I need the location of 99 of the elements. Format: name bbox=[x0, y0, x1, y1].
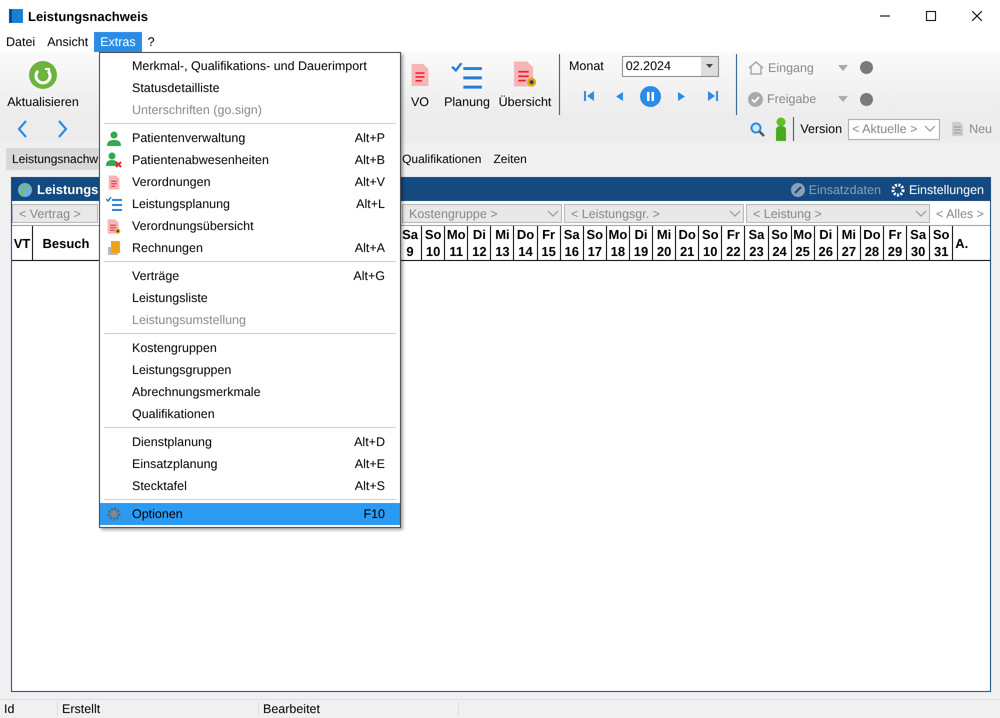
status-bar-field: Bearbeitet bbox=[259, 702, 459, 716]
checklist-icon bbox=[451, 63, 483, 89]
menu-item[interactable]: Statusdetailliste bbox=[100, 77, 400, 99]
menu-item[interactable]: Datei bbox=[0, 32, 42, 52]
status-dot bbox=[860, 61, 873, 74]
play-icon bbox=[678, 92, 685, 100]
menu-item[interactable]: Ansicht bbox=[41, 32, 94, 52]
globe-icon bbox=[18, 182, 32, 196]
chevron-down-icon bbox=[729, 210, 741, 218]
document-icon bbox=[409, 61, 431, 89]
menu-item[interactable]: Optionen F10 bbox=[100, 503, 400, 525]
skip-last-icon bbox=[708, 91, 718, 101]
menu-item[interactable]: Rechnungen Alt+A bbox=[100, 237, 400, 259]
day-column-header: So 31 bbox=[930, 226, 954, 260]
back-icon bbox=[17, 120, 27, 138]
app-icon bbox=[9, 9, 23, 23]
day-column-header: So 10 bbox=[699, 226, 722, 260]
day-column-header: Fr 15 bbox=[538, 226, 561, 260]
document-eye-icon bbox=[511, 59, 539, 89]
maximize-icon bbox=[926, 11, 936, 21]
menu-item[interactable]: Merkmal-, Qualifikations- und Dauerimport bbox=[100, 55, 400, 77]
caret-icon bbox=[838, 96, 848, 102]
day-column-header: Sa 30 bbox=[907, 226, 930, 260]
person-icon[interactable] bbox=[775, 117, 788, 141]
toolbar-button[interactable]: Übersicht bbox=[494, 52, 556, 115]
menu-item[interactable]: Leistungsliste bbox=[100, 287, 400, 309]
person-icon bbox=[107, 130, 121, 146]
checklist-icon bbox=[106, 197, 122, 211]
day-column-header: Fr 22 bbox=[722, 226, 746, 260]
day-column-header: Mo 18 bbox=[606, 226, 630, 260]
column-header: VT bbox=[12, 226, 33, 260]
menu-item[interactable]: Extras bbox=[94, 32, 142, 52]
house-icon bbox=[748, 60, 764, 75]
day-column-header: Mi 13 bbox=[491, 226, 514, 260]
chevron-down-icon bbox=[924, 125, 936, 133]
menu-item[interactable]: Kostengruppen bbox=[100, 337, 400, 359]
toolbar-button[interactable]: Planung bbox=[440, 52, 494, 115]
window-title: Leistungsnachweis bbox=[28, 8, 149, 24]
day-column-header: So 17 bbox=[584, 226, 607, 260]
day-column-header: Do 21 bbox=[676, 226, 700, 260]
settings-icon bbox=[890, 182, 905, 196]
menu-item[interactable]: Dienstplanung Alt+D bbox=[100, 431, 400, 453]
version-select[interactable]: < Aktuelle > bbox=[848, 118, 940, 140]
menu-item[interactable]: Verordnungsübersicht bbox=[100, 215, 400, 237]
day-column-header: So 10 bbox=[422, 226, 446, 260]
menu-item[interactable]: Leistungsplanung Alt+L bbox=[100, 193, 400, 215]
status-dot bbox=[860, 92, 873, 106]
day-column-header: Do 14 bbox=[514, 226, 538, 260]
settings-icon bbox=[107, 507, 121, 521]
toolbar-button[interactable]: VO bbox=[400, 52, 440, 115]
day-column-header: Di 12 bbox=[468, 226, 492, 260]
document-icon bbox=[952, 122, 964, 136]
menu-item[interactable]: Abrechnungsmerkmale bbox=[100, 381, 400, 403]
menu-item[interactable]: ? bbox=[142, 32, 161, 52]
skip-first-icon bbox=[584, 91, 594, 101]
day-column-header: Sa 16 bbox=[560, 226, 584, 260]
tab[interactable]: Zeiten bbox=[487, 148, 533, 170]
day-column-header: Mi 27 bbox=[838, 226, 861, 260]
header-action-button[interactable]: Einstellungen bbox=[880, 182, 984, 196]
chevron-down-icon bbox=[915, 210, 927, 218]
day-column-header: Fr 29 bbox=[884, 226, 908, 260]
close-icon bbox=[972, 11, 982, 21]
chevron-down-icon bbox=[547, 210, 559, 218]
search-icon[interactable] bbox=[750, 122, 766, 136]
menu-item[interactable]: Verordnungen Alt+V bbox=[100, 171, 400, 193]
day-column-header: Sa 23 bbox=[745, 226, 768, 260]
version-label: Version bbox=[800, 122, 842, 136]
menu-item[interactable]: Verträge Alt+G bbox=[100, 265, 400, 287]
column-header: A. bbox=[954, 234, 970, 252]
person-remove-icon bbox=[106, 152, 122, 168]
day-column-header: Di 19 bbox=[630, 226, 654, 260]
menu-item[interactable]: Leistungsgruppen bbox=[100, 359, 400, 381]
panel-title: Leistungs bbox=[37, 182, 98, 197]
month-label: Monat bbox=[569, 59, 604, 73]
forward-icon bbox=[58, 120, 68, 138]
day-column-header: Mi 20 bbox=[653, 226, 676, 260]
refresh-button[interactable]: Aktualisieren bbox=[0, 52, 86, 115]
day-column-header: Do 28 bbox=[860, 226, 884, 260]
day-column-header: Mo 11 bbox=[445, 226, 468, 260]
caret-icon bbox=[706, 64, 713, 68]
status-bar-field: Erstellt bbox=[58, 702, 259, 716]
pause-icon bbox=[640, 86, 661, 106]
day-column-header: So 24 bbox=[768, 226, 792, 260]
status-bar-field: Id bbox=[0, 702, 58, 716]
day-column-header: Mo 25 bbox=[792, 226, 815, 260]
play-back-icon bbox=[616, 92, 623, 100]
check-circle-icon bbox=[748, 92, 763, 107]
coins-icon bbox=[107, 240, 121, 256]
caret-icon bbox=[838, 64, 848, 71]
menu-item[interactable]: Qualifikationen bbox=[100, 403, 400, 425]
menu-item[interactable]: Patientenverwaltung Alt+P bbox=[100, 127, 400, 149]
document-icon bbox=[107, 174, 121, 190]
edit-circle-icon bbox=[790, 182, 805, 196]
month-field[interactable]: 02.2024 bbox=[622, 56, 719, 76]
day-column-header: Di 26 bbox=[814, 226, 838, 260]
document-eye-icon bbox=[106, 218, 122, 234]
refresh-icon bbox=[29, 61, 57, 89]
menu-item[interactable]: Einsatzplanung Alt+E bbox=[100, 453, 400, 475]
menu-item[interactable]: Stecktafel Alt+S bbox=[100, 475, 400, 497]
